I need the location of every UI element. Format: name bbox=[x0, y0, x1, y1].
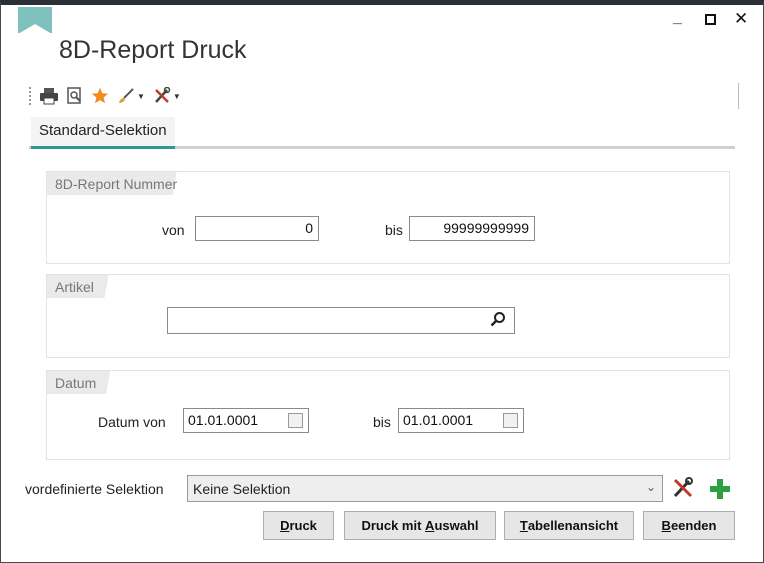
druck-mit-auswahl-button[interactable]: Druck mit Auswahl bbox=[344, 511, 496, 540]
button-label-part: B bbox=[661, 518, 671, 533]
brush-icon bbox=[119, 88, 134, 103]
bookmark-icon bbox=[18, 7, 52, 34]
add-selection-icon[interactable] bbox=[709, 478, 731, 500]
datum-von-value: 01.01.0001 bbox=[188, 412, 259, 428]
calendar-checkbox-icon[interactable] bbox=[503, 413, 518, 428]
chevron-down-icon: ▼ bbox=[172, 91, 181, 101]
chevron-down-icon: ⌄ bbox=[645, 480, 656, 494]
datum-bis-label: bis bbox=[373, 414, 391, 430]
datum-bis-field[interactable]: 01.01.0001 bbox=[398, 408, 524, 433]
toolbar: ▼ ▼ bbox=[29, 83, 739, 109]
predefined-selection-combo[interactable]: Keine Selektion ⌄ bbox=[187, 475, 663, 502]
chevron-down-icon: ▼ bbox=[137, 91, 145, 101]
tools-dropdown-button[interactable]: ▼ bbox=[153, 85, 181, 107]
brush-dropdown-button[interactable]: ▼ bbox=[117, 85, 145, 107]
tools-icon bbox=[155, 87, 171, 103]
button-label-part: A bbox=[425, 518, 435, 533]
group-label: Datum bbox=[47, 371, 121, 394]
button-label-part: ruck bbox=[289, 518, 317, 533]
close-button[interactable]: ✕ bbox=[734, 9, 748, 29]
favorite-star-icon bbox=[91, 87, 109, 104]
report-bis-field[interactable]: 99999999999 bbox=[409, 216, 535, 241]
datum-von-field[interactable]: 01.01.0001 bbox=[183, 408, 309, 433]
edit-selection-tools-icon[interactable] bbox=[672, 477, 694, 499]
tab-bar: Standard-Selektion bbox=[29, 117, 735, 149]
datum-bis-value: 01.01.0001 bbox=[403, 412, 474, 428]
bis-label: bis bbox=[385, 222, 403, 238]
maximize-button[interactable] bbox=[705, 14, 716, 25]
button-label-part: abellenansicht bbox=[527, 518, 619, 533]
button-label-part: T bbox=[519, 518, 528, 533]
druck-button[interactable]: Druck bbox=[263, 511, 334, 540]
beenden-button[interactable]: Beenden bbox=[643, 511, 735, 540]
datum-von-label: Datum von bbox=[98, 414, 166, 430]
report-von-field[interactable]: 0 bbox=[195, 216, 319, 241]
print-button[interactable] bbox=[39, 85, 59, 107]
button-label-part: D bbox=[280, 518, 290, 533]
favorite-button[interactable] bbox=[91, 85, 109, 107]
toolbar-grip[interactable] bbox=[29, 87, 31, 105]
artikel-search-input[interactable] bbox=[167, 307, 515, 334]
preview-icon bbox=[67, 87, 81, 104]
button-label-part: uswahl bbox=[434, 518, 479, 533]
group-label: Artikel bbox=[47, 275, 118, 298]
preview-button[interactable] bbox=[67, 85, 83, 107]
dialog-window: _ ✕ 8D-Report Druck ▼ ▼ Standard-Selekti… bbox=[0, 0, 764, 563]
group-label: 8D-Report Nummer bbox=[47, 172, 202, 195]
tab-standard-selektion[interactable]: Standard-Selektion bbox=[31, 117, 175, 149]
group-report-nummer: 8D-Report Nummer von 0 bis 99999999999 bbox=[46, 171, 730, 264]
tabellenansicht-button[interactable]: Tabellenansicht bbox=[504, 511, 634, 540]
predefined-selection-label: vordefinierte Selektion bbox=[25, 481, 164, 497]
von-label: von bbox=[162, 222, 185, 238]
print-icon bbox=[40, 88, 58, 105]
search-icon[interactable] bbox=[490, 311, 506, 327]
button-label-part: Druck mit bbox=[361, 518, 426, 533]
button-label-part: eenden bbox=[670, 518, 717, 533]
group-artikel: Artikel bbox=[46, 274, 730, 358]
group-datum: Datum Datum von 01.01.0001 bis 01.01.000… bbox=[46, 370, 730, 460]
minimize-button[interactable]: _ bbox=[673, 9, 682, 27]
calendar-checkbox-icon[interactable] bbox=[288, 413, 303, 428]
window-title: 8D-Report Druck bbox=[59, 36, 247, 64]
selection-value: Keine Selektion bbox=[193, 481, 291, 497]
